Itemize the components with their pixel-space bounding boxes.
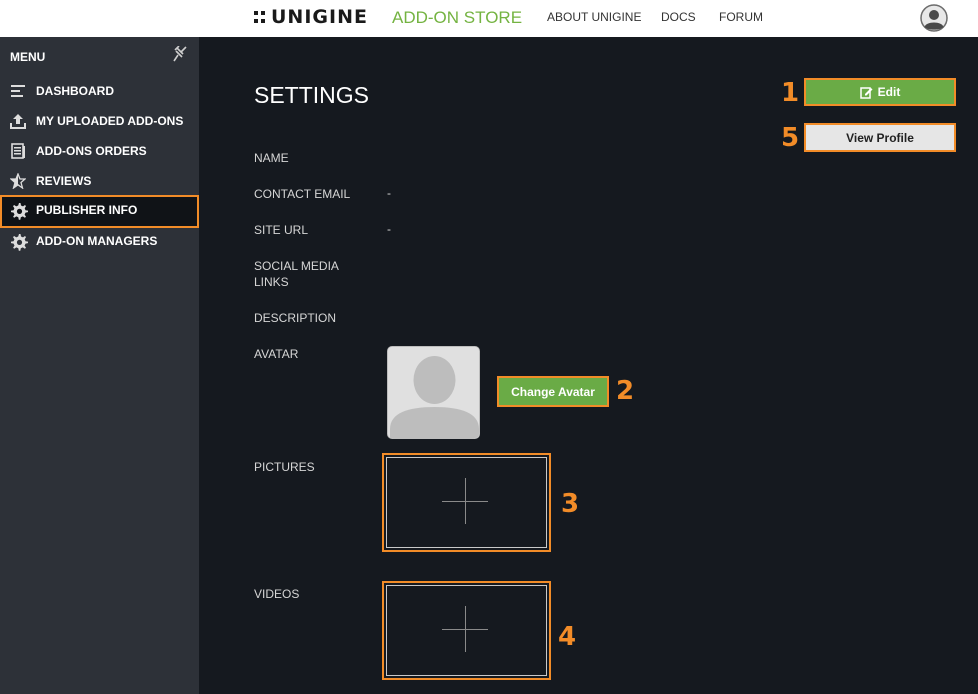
callout-2: 2 [616,376,635,406]
dashboard-icon [10,83,26,99]
site-url-value: - [387,222,391,236]
callout-5: 5 [781,123,800,153]
sidebar-item-publisher-info[interactable]: PUBLISHER INFO [0,195,199,228]
page-title: SETTINGS [254,82,370,108]
menu-title: MENU [10,50,46,64]
gear-icon [10,202,28,220]
upload-icon [10,113,26,129]
callout-1: 1 [781,78,800,108]
sidebar-item-add-on-managers[interactable]: ADD-ON MANAGERS [0,226,199,256]
sidebar-item-label: PUBLISHER INFO [36,203,138,217]
name-label: NAME [254,151,289,165]
sidebar-item-my-uploaded-add-ons[interactable]: MY UPLOADED ADD-ONS [0,106,199,136]
edit-button[interactable]: Edit [804,78,956,106]
orders-icon [10,143,26,159]
videos-label: VIDEOS [254,587,300,601]
social-media-links-label: SOCIAL MEDIA LINKS [254,259,339,289]
view-profile-button[interactable]: View Profile [804,123,956,152]
avatar-placeholder-image [387,346,480,439]
videos-upload-box[interactable] [382,581,551,680]
description-label: DESCRIPTION [254,311,337,325]
pictures-upload-box[interactable] [382,453,551,552]
unigine-logo[interactable]: UNIGINE [254,6,368,28]
contact-email-value: - [387,186,391,200]
site-url-label: SITE URL [254,223,309,237]
logo-dots-icon [254,11,265,23]
plus-icon [465,478,466,524]
callout-4: 4 [558,622,577,652]
user-avatar-icon[interactable] [920,4,948,32]
plus-icon [465,606,466,652]
change-avatar-button[interactable]: Change Avatar [497,376,609,407]
sidebar-item-reviews[interactable]: REVIEWS [0,166,199,196]
sidebar-item-label: ADD-ONS ORDERS [36,144,147,158]
sidebar: MENU DASHBOARD MY UPLOADED ADD-ONS ADD-O… [0,37,199,694]
nav-forum[interactable]: FORUM [719,10,763,24]
nav-docs[interactable]: DOCS [661,10,696,24]
pin-icon[interactable] [172,45,188,62]
sidebar-item-label: DASHBOARD [36,84,114,98]
edit-icon [859,86,873,99]
gear-icon [10,233,28,251]
sidebar-item-label: ADD-ON MANAGERS [36,234,158,248]
sidebar-item-add-ons-orders[interactable]: ADD-ONS ORDERS [0,136,199,166]
sidebar-item-label: MY UPLOADED ADD-ONS [36,114,184,128]
star-icon [9,172,27,190]
top-bar: UNIGINE ADD-ON STORE ABOUT UNIGINE DOCS … [0,0,978,37]
logo-text: UNIGINE [271,6,368,28]
store-title[interactable]: ADD-ON STORE [392,8,522,28]
edit-label: Edit [877,85,901,99]
sidebar-item-dashboard[interactable]: DASHBOARD [0,76,199,106]
avatar-label: AVATAR [254,347,299,361]
pictures-label: PICTURES [254,460,315,474]
contact-email-label: CONTACT EMAIL [254,187,351,201]
callout-3: 3 [561,489,580,519]
nav-about[interactable]: ABOUT UNIGINE [547,10,641,24]
sidebar-item-label: REVIEWS [36,174,92,188]
